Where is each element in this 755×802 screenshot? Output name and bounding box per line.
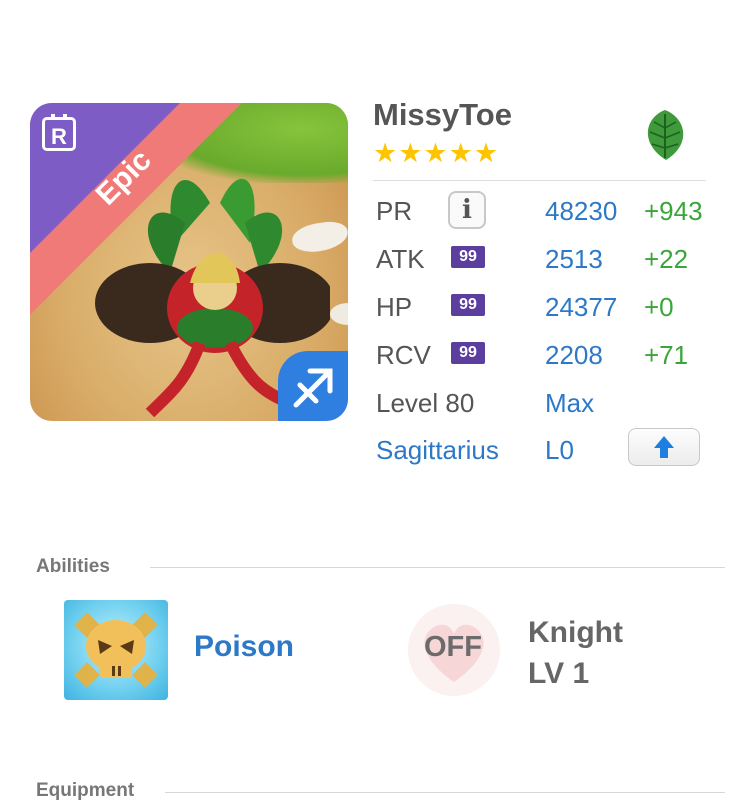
unit-name: MissyToe — [373, 97, 512, 132]
atk-level-badge: 99 — [451, 246, 485, 268]
divider — [165, 792, 725, 793]
level-value: Max — [545, 388, 595, 418]
pr-label: PR — [376, 196, 413, 226]
divider — [150, 567, 725, 568]
level-label: Level 80 — [376, 388, 475, 418]
sagittarius-icon — [278, 351, 348, 421]
atk-bonus: +22 — [644, 244, 689, 274]
hp-level-badge: 99 — [451, 294, 485, 316]
ability-state: OFF — [424, 631, 482, 663]
sign-level-value: L0 — [545, 435, 574, 465]
info-button[interactable]: i — [448, 191, 486, 229]
sign-link[interactable]: Sagittarius — [376, 435, 499, 466]
equipment-title: Equipment — [36, 780, 135, 801]
skull-icon[interactable] — [64, 600, 168, 700]
ability-name[interactable]: Poison — [194, 630, 294, 664]
ability-level: LV 1 — [528, 657, 590, 690]
star-rating: ★★★★★ — [373, 138, 500, 168]
pr-value: 48230 — [545, 196, 618, 226]
upgrade-button[interactable] — [628, 428, 700, 466]
atk-label: ATK — [376, 244, 425, 274]
rcv-label: RCV — [376, 340, 431, 370]
hp-value: 24377 — [545, 292, 618, 322]
rcv-bonus: +71 — [644, 340, 689, 370]
rarity-icon: R — [42, 114, 76, 151]
arrow-up-icon — [654, 436, 674, 458]
stone-decoration — [330, 303, 348, 325]
hp-label: HP — [376, 292, 413, 322]
rcv-value: 2208 — [545, 340, 603, 370]
unit-portrait[interactable]: R Epic — [30, 103, 348, 421]
divider — [373, 180, 706, 181]
hp-bonus: +0 — [644, 292, 674, 322]
ability-name[interactable]: Knight — [528, 616, 623, 650]
rcv-level-badge: 99 — [451, 342, 485, 364]
pr-bonus: +943 — [644, 196, 703, 226]
abilities-title: Abilities — [36, 556, 110, 577]
atk-value: 2513 — [545, 244, 603, 274]
info-icon: i — [462, 195, 472, 225]
leaf-icon — [636, 106, 694, 164]
